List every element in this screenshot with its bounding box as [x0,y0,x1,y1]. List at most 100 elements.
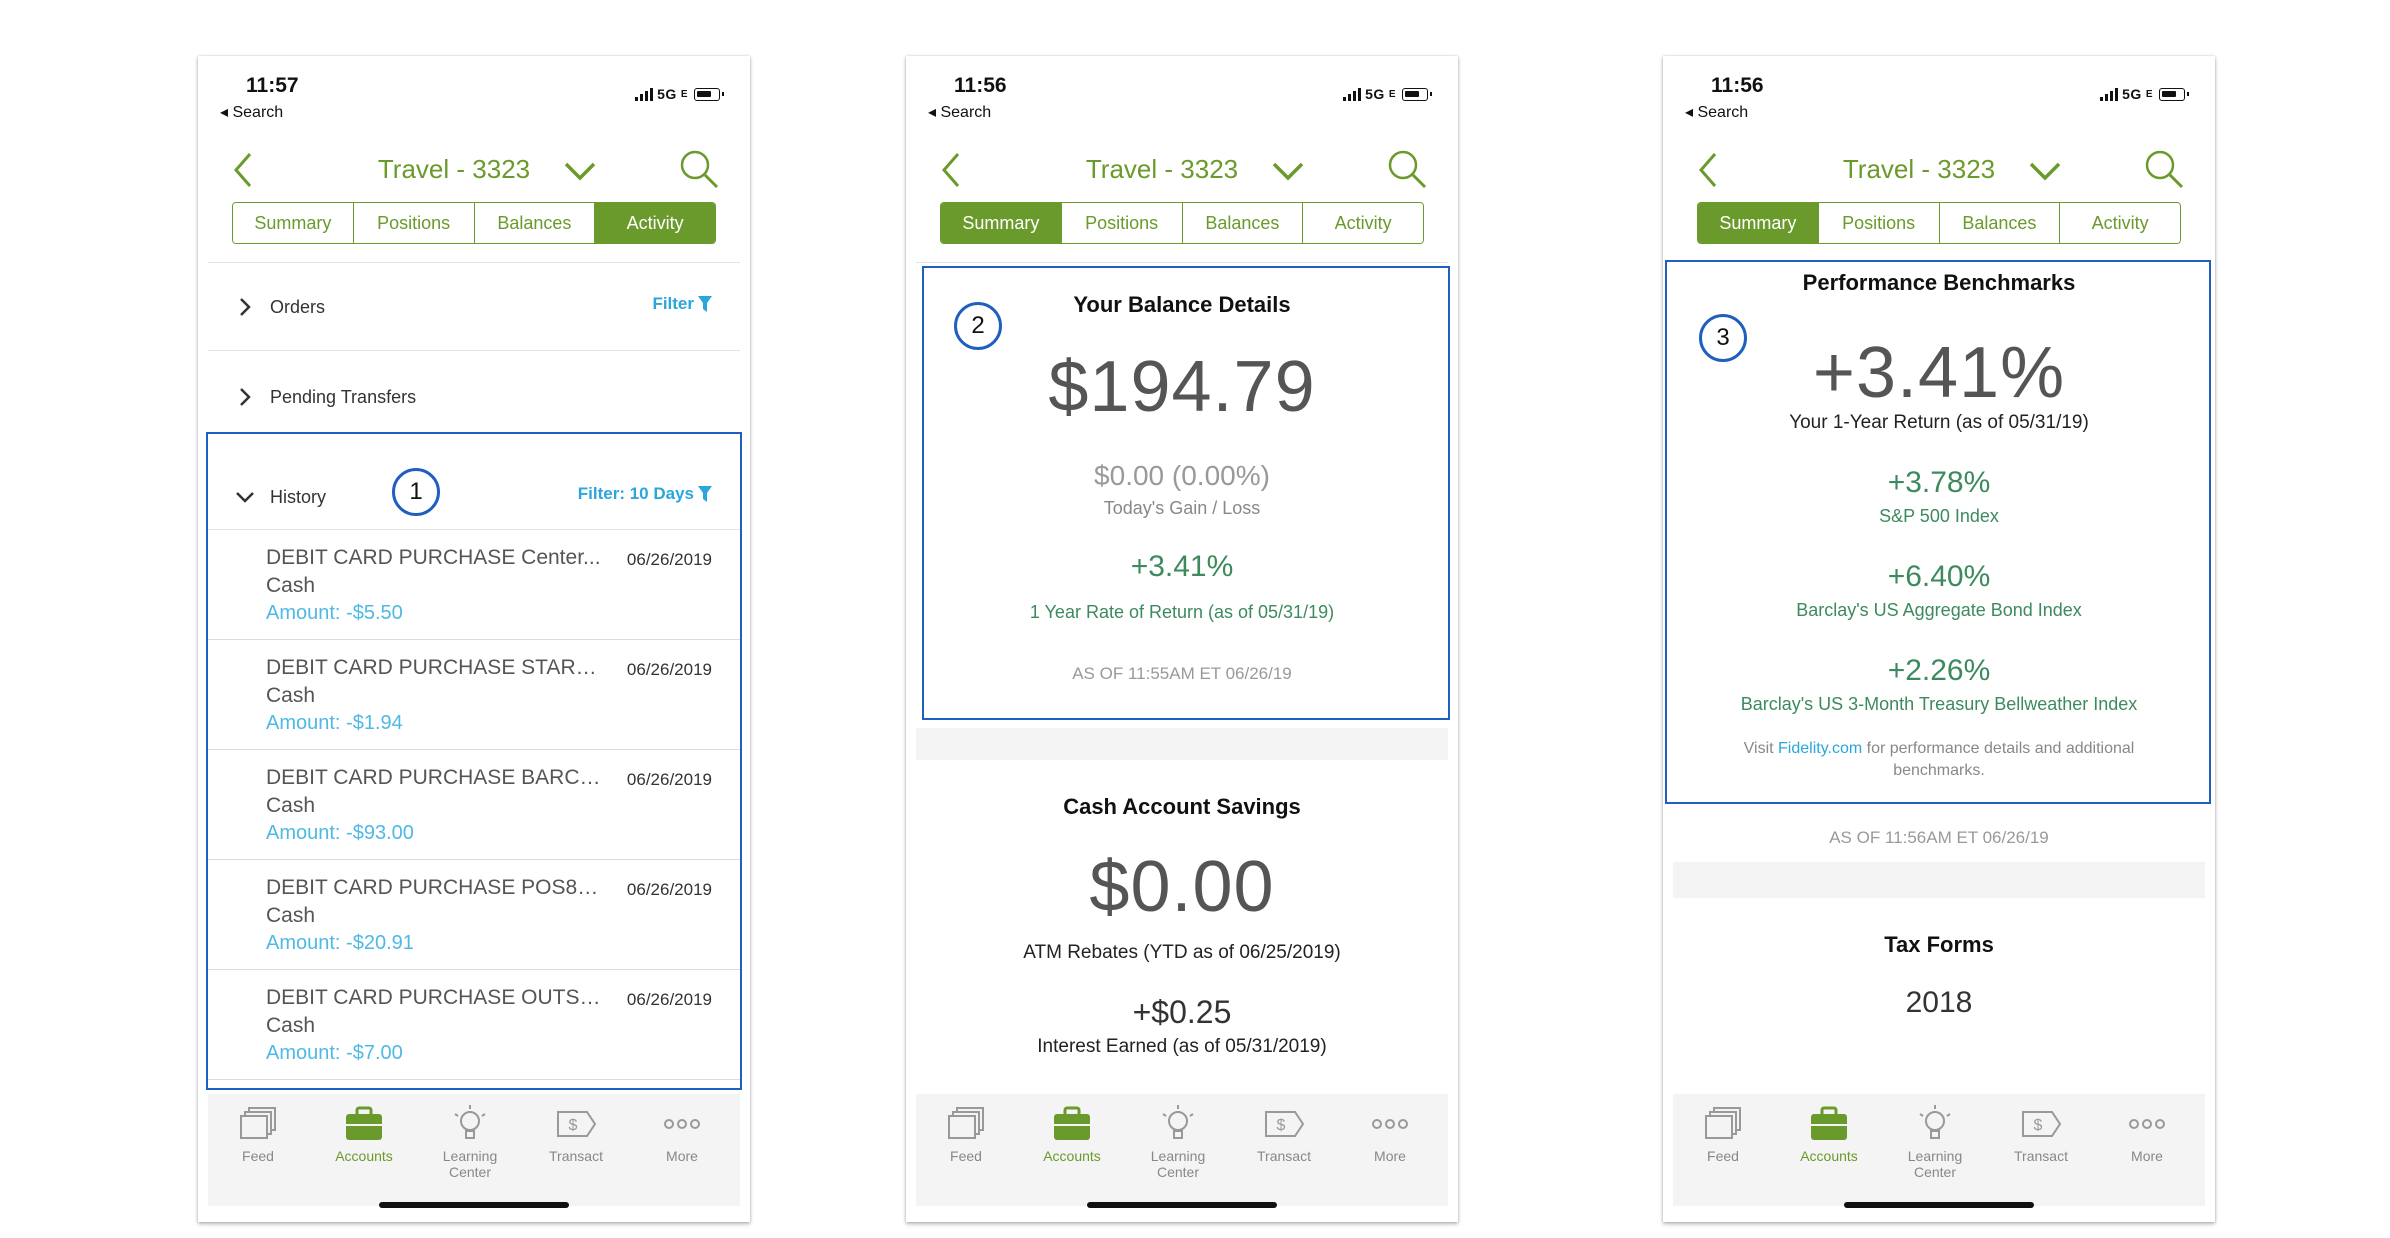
search-icon[interactable] [1386,148,1428,190]
svg-text:$: $ [569,1117,578,1134]
network-label: 5G [2122,86,2142,102]
history-label: History [270,486,327,507]
phone-screen-benchmarks: 11:56 ◂ Search 5G E Travel - 3323 Summary… [1663,56,2215,1222]
tabbar-item-more[interactable]: More [1340,1104,1440,1164]
chevron-down-icon[interactable] [562,156,598,186]
signal-icon [635,87,654,101]
tabbar-label: Learning Center [1150,1148,1206,1180]
status-indicators: 5G E [2100,86,2189,102]
tabbar-item-accounts[interactable]: Accounts [1779,1104,1879,1164]
history-filter-button[interactable]: Filter: 10 Days [578,484,712,504]
divider [208,350,740,351]
pending-transfers-label: Pending Transfers [270,386,417,407]
history-date: 06/26/2019 [626,660,712,679]
feed-icon [240,1107,276,1139]
tab-balances[interactable]: Balances [1939,203,2061,243]
tabbar-label: Feed [1707,1148,1739,1164]
pending-transfers-row[interactable]: Pending Transfers [208,354,740,440]
tab-activity[interactable]: Activity [1303,203,1423,243]
history-item[interactable]: DEBIT CARD PURCHASE STARB... 06/26/2019 … [208,640,740,750]
tab-positions[interactable]: Positions [1061,203,1183,243]
history-type: Cash [266,904,316,927]
briefcase-icon [346,1106,382,1140]
tabbar-label: Accounts [1043,1148,1101,1164]
tabbar-item-learning-center[interactable]: Learning Center [1128,1104,1228,1180]
history-amount: Amount: -$5.50 [266,602,403,624]
orders-filter-button[interactable]: Filter [652,294,712,314]
fidelity-link[interactable]: Fidelity.com [1778,740,1862,757]
tabbar-item-accounts[interactable]: Accounts [1022,1104,1122,1164]
tab-activity[interactable]: Activity [2060,203,2180,243]
tab-positions[interactable]: Positions [353,203,475,243]
tabbar-item-feed[interactable]: Feed [1673,1104,1773,1164]
history-amount: Amount: -$93.00 [266,822,414,844]
tabbar-label: Transact [549,1148,603,1164]
tab-balances[interactable]: Balances [1182,203,1304,243]
benchmark-value: +6.40% [1887,560,1991,593]
battery-icon [2159,87,2189,101]
status-back-link[interactable]: ◂ Search [1685,102,1748,122]
tabbar-label: Accounts [335,1148,393,1164]
filter-icon [698,486,712,502]
chevron-down-icon[interactable] [2027,156,2063,186]
tabbar-item-more[interactable]: More [632,1104,732,1164]
benchmarks-note: Visit Fidelity.com for performance detai… [1663,740,2215,758]
tabbar-item-transact[interactable]: $ Transact [526,1104,626,1164]
cash-savings-title: Cash Account Savings [1063,794,1301,819]
tab-balances[interactable]: Balances [474,203,596,243]
orders-row[interactable]: Orders Filter [208,264,740,350]
divider [208,262,740,263]
note-suffix: for performance details and additional [1862,740,2135,757]
tabbar-item-feed[interactable]: Feed [916,1104,1016,1164]
tabbar-item-transact[interactable]: $ Transact [1234,1104,1334,1164]
history-row[interactable]: History Filter: 10 Days [208,454,740,540]
chevron-right-icon [240,298,251,316]
tabbar-item-more[interactable]: More [2097,1104,2197,1164]
tax-year-link[interactable]: 2018 [1663,986,2215,1020]
history-description: DEBIT CARD PURCHASE POS88... [266,876,606,899]
tabbar-item-feed[interactable]: Feed [208,1104,308,1164]
search-icon[interactable] [2143,148,2185,190]
tabbar-label: More [666,1148,698,1164]
briefcase-icon [1054,1106,1090,1140]
dollar-tag-icon: $ [1265,1111,1305,1137]
atm-rebates-label: ATM Rebates (YTD as of 06/25/2019) [1023,942,1341,963]
tabbar-item-learning-center[interactable]: Learning Center [420,1104,520,1180]
account-title[interactable]: Travel - 3323 [198,154,750,185]
chevron-down-icon[interactable] [1270,156,1306,186]
tab-activity[interactable]: Activity [595,203,715,243]
tabbar-label: Learning Center [1907,1148,1963,1180]
tab-summary[interactable]: Summary [941,203,1062,243]
tabbar-item-accounts[interactable]: Accounts [314,1104,414,1164]
section-separator [916,728,1448,760]
tab-positions[interactable]: Positions [1818,203,1940,243]
chevron-right-icon [240,388,251,406]
return-label: 1 Year Rate of Return (as of 05/31/19) [1029,602,1335,622]
account-title[interactable]: Travel - 3323 [906,154,1458,185]
history-item[interactable]: DEBIT CARD PURCHASE OUTST... 06/26/2019 … [208,970,740,1080]
history-item[interactable]: DEBIT CARD PURCHASE Center... 06/26/2019… [208,530,740,640]
todays-gain-value: $0.00 (0.00%) [1094,460,1270,491]
tab-summary[interactable]: Summary [1698,203,1819,243]
your-return-label: Your 1-Year Return (as of 05/31/19) [1789,412,2089,433]
tabbar-label: Transact [2014,1148,2068,1164]
history-type: Cash [266,574,316,597]
segmented-tabs: Summary Positions Balances Activity [232,202,716,244]
tabbar-item-transact[interactable]: $ Transact [1991,1104,2091,1164]
history-item[interactable]: DEBIT CARD PURCHASE POS88... 06/26/2019 … [208,860,740,970]
status-time: 11:56 [1711,74,1764,97]
tab-summary[interactable]: Summary [233,203,354,243]
dollar-tag-icon: $ [557,1111,597,1137]
tabbar-label: More [2131,1148,2163,1164]
tabbar-label: Accounts [1800,1148,1858,1164]
history-description: DEBIT CARD PURCHASE STARB... [266,656,606,679]
lightbulb-icon [1162,1105,1194,1139]
tabbar-item-learning-center[interactable]: Learning Center [1885,1104,1985,1180]
history-item[interactable]: DEBIT CARD PURCHASE BARCE... 06/26/2019 … [208,750,740,860]
svg-text:$: $ [2034,1117,2043,1134]
more-dots-icon [2129,1119,2165,1129]
status-back-link[interactable]: ◂ Search [220,102,283,122]
account-title[interactable]: Travel - 3323 [1663,154,2215,185]
search-icon[interactable] [678,148,720,190]
status-back-link[interactable]: ◂ Search [928,102,991,122]
